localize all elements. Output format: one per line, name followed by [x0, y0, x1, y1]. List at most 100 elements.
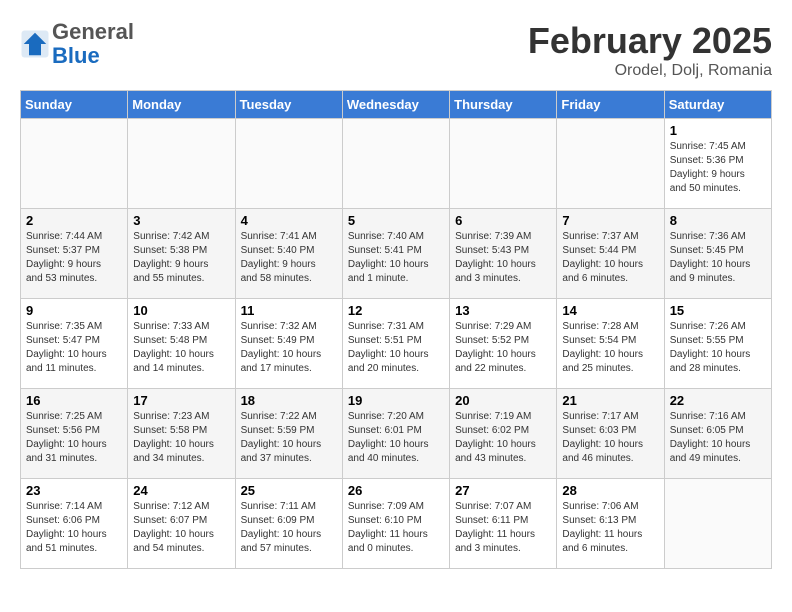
- day-header-friday: Friday: [557, 91, 664, 119]
- day-number: 25: [241, 483, 338, 498]
- day-info: Sunrise: 7:31 AM Sunset: 5:51 PM Dayligh…: [348, 320, 445, 376]
- calendar-cell: 27 Sunrise: 7:07 AM Sunset: 6:11 PM Dayli…: [450, 479, 557, 569]
- day-number: 5: [348, 213, 445, 228]
- calendar-cell: 28 Sunrise: 7:06 AM Sunset: 6:13 PM Dayli…: [557, 479, 664, 569]
- calendar-week-5: 23 Sunrise: 7:14 AM Sunset: 6:06 PM Dayli…: [21, 479, 772, 569]
- day-info: Sunrise: 7:16 AM Sunset: 6:05 PM Dayligh…: [670, 410, 767, 466]
- page-header: General Blue February 2025 Orodel, Dolj,…: [20, 20, 772, 80]
- calendar-cell: 26Sunrise: 7:09 AM Sunset: 6:10 PM Dayli…: [342, 479, 449, 569]
- month-title: February 2025: [528, 20, 772, 62]
- calendar-week-3: 9 Sunrise: 7:35 AM Sunset: 5:47 PM Daylig…: [21, 299, 772, 389]
- day-info: Sunrise: 7:09 AM Sunset: 6:10 PM Dayligh…: [348, 500, 445, 556]
- calendar-cell: 18 Sunrise: 7:22 AM Sunset: 5:59 PM Dayli…: [235, 389, 342, 479]
- calendar-cell: 10 Sunrise: 7:33 AM Sunset: 5:48 PM Dayli…: [128, 299, 235, 389]
- day-info: Sunrise: 7:41 AM Sunset: 5:40 PM Dayligh…: [241, 230, 338, 286]
- day-info: Sunrise: 7:35 AM Sunset: 5:47 PM Dayligh…: [26, 320, 123, 376]
- day-number: 14: [562, 303, 659, 318]
- title-block: February 2025 Orodel, Dolj, Romania: [528, 20, 772, 80]
- calendar-cell: 11Sunrise: 7:32 AM Sunset: 5:49 PM Dayli…: [235, 299, 342, 389]
- day-info: Sunrise: 7:14 AM Sunset: 6:06 PM Dayligh…: [26, 500, 123, 556]
- day-info: Sunrise: 7:06 AM Sunset: 6:13 PM Dayligh…: [562, 500, 659, 556]
- day-number: 7: [562, 213, 659, 228]
- day-number: 20: [455, 393, 552, 408]
- calendar-cell: 12 Sunrise: 7:31 AM Sunset: 5:51 PM Dayli…: [342, 299, 449, 389]
- day-info: Sunrise: 7:11 AM Sunset: 6:09 PM Dayligh…: [241, 500, 338, 556]
- calendar-cell: 5 Sunrise: 7:40 AM Sunset: 5:41 PM Daylig…: [342, 209, 449, 299]
- day-number: 6: [455, 213, 552, 228]
- calendar-cell: 4 Sunrise: 7:41 AM Sunset: 5:40 PM Daylig…: [235, 209, 342, 299]
- logo-icon: [20, 29, 50, 59]
- day-number: 16: [26, 393, 123, 408]
- calendar-cell: 1 Sunrise: 7:45 AM Sunset: 5:36 PM Daylig…: [664, 119, 771, 209]
- day-info: Sunrise: 7:45 AM Sunset: 5:36 PM Dayligh…: [670, 140, 767, 196]
- day-info: Sunrise: 7:17 AM Sunset: 6:03 PM Dayligh…: [562, 410, 659, 466]
- calendar-week-4: 16Sunrise: 7:25 AM Sunset: 5:56 PM Dayli…: [21, 389, 772, 479]
- day-info: Sunrise: 7:19 AM Sunset: 6:02 PM Dayligh…: [455, 410, 552, 466]
- day-number: 11: [241, 303, 338, 318]
- calendar-cell: [450, 119, 557, 209]
- calendar-cell: [664, 479, 771, 569]
- calendar-week-1: 1 Sunrise: 7:45 AM Sunset: 5:36 PM Daylig…: [21, 119, 772, 209]
- calendar-cell: 2 Sunrise: 7:44 AM Sunset: 5:37 PM Daylig…: [21, 209, 128, 299]
- day-number: 2: [26, 213, 123, 228]
- calendar-cell: [235, 119, 342, 209]
- day-info: Sunrise: 7:12 AM Sunset: 6:07 PM Dayligh…: [133, 500, 230, 556]
- day-info: Sunrise: 7:29 AM Sunset: 5:52 PM Dayligh…: [455, 320, 552, 376]
- day-header-monday: Monday: [128, 91, 235, 119]
- day-info: Sunrise: 7:33 AM Sunset: 5:48 PM Dayligh…: [133, 320, 230, 376]
- day-number: 4: [241, 213, 338, 228]
- day-number: 3: [133, 213, 230, 228]
- calendar-cell: 22 Sunrise: 7:16 AM Sunset: 6:05 PM Dayli…: [664, 389, 771, 479]
- calendar-cell: 13 Sunrise: 7:29 AM Sunset: 5:52 PM Dayli…: [450, 299, 557, 389]
- calendar-cell: [21, 119, 128, 209]
- calendar-cell: 9 Sunrise: 7:35 AM Sunset: 5:47 PM Daylig…: [21, 299, 128, 389]
- calendar-cell: 25 Sunrise: 7:11 AM Sunset: 6:09 PM Dayli…: [235, 479, 342, 569]
- day-number: 9: [26, 303, 123, 318]
- day-number: 22: [670, 393, 767, 408]
- day-number: 8: [670, 213, 767, 228]
- calendar-cell: 17Sunrise: 7:23 AM Sunset: 5:58 PM Dayli…: [128, 389, 235, 479]
- day-info: Sunrise: 7:23 AM Sunset: 5:58 PM Dayligh…: [133, 410, 230, 466]
- calendar-cell: 14 Sunrise: 7:28 AM Sunset: 5:54 PM Dayli…: [557, 299, 664, 389]
- day-number: 15: [670, 303, 767, 318]
- day-info: Sunrise: 7:40 AM Sunset: 5:41 PM Dayligh…: [348, 230, 445, 286]
- day-number: 28: [562, 483, 659, 498]
- calendar-cell: 6 Sunrise: 7:39 AM Sunset: 5:43 PM Daylig…: [450, 209, 557, 299]
- calendar-table: SundayMondayTuesdayWednesdayThursdayFrid…: [20, 90, 772, 569]
- calendar-cell: [342, 119, 449, 209]
- day-info: Sunrise: 7:44 AM Sunset: 5:37 PM Dayligh…: [26, 230, 123, 286]
- calendar-cell: 8Sunrise: 7:36 AM Sunset: 5:45 PM Daylig…: [664, 209, 771, 299]
- day-info: Sunrise: 7:28 AM Sunset: 5:54 PM Dayligh…: [562, 320, 659, 376]
- day-header-thursday: Thursday: [450, 91, 557, 119]
- day-number: 1: [670, 123, 767, 138]
- day-number: 18: [241, 393, 338, 408]
- logo: General Blue: [20, 20, 134, 68]
- calendar-cell: 15 Sunrise: 7:26 AM Sunset: 5:55 PM Dayli…: [664, 299, 771, 389]
- calendar-cell: 23 Sunrise: 7:14 AM Sunset: 6:06 PM Dayli…: [21, 479, 128, 569]
- day-number: 12: [348, 303, 445, 318]
- day-info: Sunrise: 7:26 AM Sunset: 5:55 PM Dayligh…: [670, 320, 767, 376]
- day-info: Sunrise: 7:42 AM Sunset: 5:38 PM Dayligh…: [133, 230, 230, 286]
- day-header-saturday: Saturday: [664, 91, 771, 119]
- day-info: Sunrise: 7:39 AM Sunset: 5:43 PM Dayligh…: [455, 230, 552, 286]
- day-info: Sunrise: 7:22 AM Sunset: 5:59 PM Dayligh…: [241, 410, 338, 466]
- calendar-cell: [557, 119, 664, 209]
- day-number: 24: [133, 483, 230, 498]
- calendar-cell: 16Sunrise: 7:25 AM Sunset: 5:56 PM Dayli…: [21, 389, 128, 479]
- day-number: 23: [26, 483, 123, 498]
- calendar-cell: 21 Sunrise: 7:17 AM Sunset: 6:03 PM Dayli…: [557, 389, 664, 479]
- day-info: Sunrise: 7:20 AM Sunset: 6:01 PM Dayligh…: [348, 410, 445, 466]
- day-number: 21: [562, 393, 659, 408]
- day-number: 27: [455, 483, 552, 498]
- day-number: 10: [133, 303, 230, 318]
- day-header-wednesday: Wednesday: [342, 91, 449, 119]
- day-number: 13: [455, 303, 552, 318]
- calendar-week-2: 2 Sunrise: 7:44 AM Sunset: 5:37 PM Daylig…: [21, 209, 772, 299]
- calendar-cell: 19Sunrise: 7:20 AM Sunset: 6:01 PM Dayli…: [342, 389, 449, 479]
- calendar-cell: 24 Sunrise: 7:12 AM Sunset: 6:07 PM Dayli…: [128, 479, 235, 569]
- day-header-sunday: Sunday: [21, 91, 128, 119]
- day-info: Sunrise: 7:07 AM Sunset: 6:11 PM Dayligh…: [455, 500, 552, 556]
- logo-blue-text: Blue: [52, 43, 100, 68]
- calendar-cell: 3 Sunrise: 7:42 AM Sunset: 5:38 PM Daylig…: [128, 209, 235, 299]
- day-header-tuesday: Tuesday: [235, 91, 342, 119]
